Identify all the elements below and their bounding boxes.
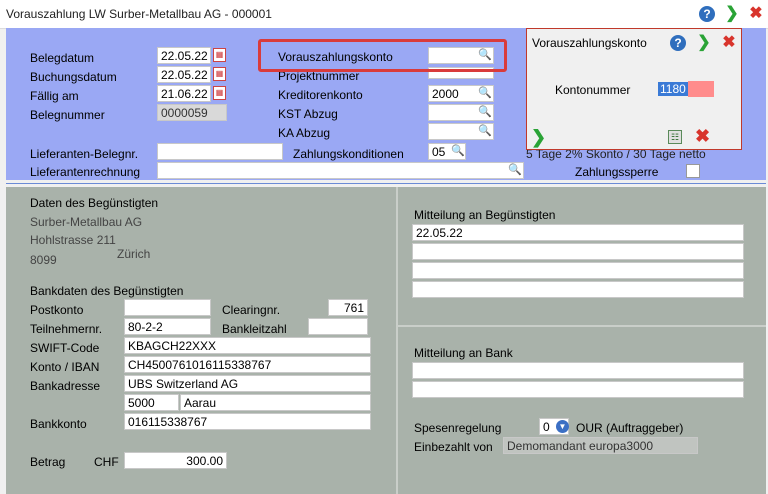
bankadresse-label: Bankadresse (30, 379, 101, 393)
vorauszahlungskonto-popup: Vorauszahlungskonto ? ❯ ✖ Kontonummer 11… (526, 28, 742, 150)
kst-abzug-label: KST Abzug (278, 107, 338, 121)
search-icon[interactable]: 🔍 (478, 124, 492, 137)
confirm-arrow-icon[interactable]: ❯ (724, 6, 740, 22)
currency-label: CHF (94, 455, 119, 469)
spesenregelung-label: Spesenregelung (414, 421, 502, 435)
bank-ort-input[interactable]: Aarau (180, 394, 371, 411)
bankkonto-input[interactable]: 016115338767 (124, 413, 371, 430)
zahlungssperre-label: Zahlungssperre (575, 165, 659, 179)
horizontal-separator (398, 325, 766, 327)
buchungsdatum-label: Buchungsdatum (30, 70, 117, 84)
mitteilung-beguenstigter-line4[interactable] (412, 281, 744, 298)
beguenstigter-ort: Zürich (117, 247, 151, 261)
postkonto-label: Postkonto (30, 303, 84, 317)
lieferantenrechnung-label: Lieferantenrechnung (30, 165, 141, 179)
calendar-icon[interactable]: ▦ (213, 67, 226, 81)
bankleitzahl-label: Bankleitzahl (222, 322, 287, 336)
belegnummer-field: 0000059 (157, 104, 227, 121)
calendar-icon[interactable]: ▦ (213, 48, 226, 62)
bankdaten-title: Bankdaten des Begünstigten (30, 284, 184, 298)
clearing-label: Clearingnr. (222, 303, 281, 317)
popup-next-icon[interactable]: ❯ (696, 35, 712, 51)
list-icon[interactable]: ☷ (668, 130, 682, 144)
window-title: Vorauszahlung LW Surber-Metallbau AG - 0… (6, 7, 272, 21)
belegnummer-label: Belegnummer (30, 108, 105, 122)
search-icon[interactable]: 🔍 (478, 105, 492, 118)
betrag-input[interactable]: 300.00 (124, 452, 227, 469)
bankleitzahl-input[interactable] (308, 318, 368, 335)
popup-cancel-icon[interactable]: ✖ (695, 127, 710, 145)
lieferantenrechnung-input[interactable] (157, 162, 524, 179)
zahlungssperre-checkbox[interactable] (686, 164, 700, 178)
mitteilung-bank-title: Mitteilung an Bank (414, 346, 513, 360)
kontonummer-value: 1180 (658, 82, 688, 96)
einbezahlt-field: Demomandant europa3000 (503, 437, 698, 454)
bank-plz-input[interactable]: 5000 (124, 394, 179, 411)
einbezahlt-label: Einbezahlt von (414, 440, 493, 454)
highlight-frame (258, 39, 507, 72)
popup-title: Vorauszahlungskonto (532, 36, 647, 50)
mitteilung-beguenstigter-line1[interactable]: 22.05.22 (412, 224, 744, 241)
dropdown-icon[interactable]: ▼ (556, 420, 569, 433)
spesenregelung-text: OUR (Auftraggeber) (576, 421, 684, 435)
beguenstigter-strasse: Hohlstrasse 211 (30, 233, 116, 247)
mitteilung-beguenstigter-line3[interactable] (412, 262, 744, 279)
teilnehmer-input[interactable]: 80-2-2 (124, 318, 211, 335)
close-icon[interactable]: ✖ (748, 6, 764, 22)
calendar-icon[interactable]: ▦ (213, 86, 226, 100)
teilnehmer-label: Teilnehmernr. (30, 322, 103, 336)
iban-input[interactable]: CH4500761016115338767 (124, 356, 371, 373)
buchungsdatum-input[interactable]: 22.05.22 (157, 66, 211, 83)
help-icon[interactable]: ? (699, 6, 715, 22)
postkonto-input[interactable] (124, 299, 211, 316)
ka-abzug-label: KA Abzug (278, 126, 331, 140)
mitteilung-bank-line1[interactable] (412, 362, 744, 379)
beguenstigter-name: Surber-Metallbau AG (30, 215, 143, 229)
popup-help-icon[interactable]: ? (670, 35, 686, 51)
clearing-input[interactable]: 761 (328, 299, 368, 316)
mitteilung-beguenstigter-title: Mitteilung an Begünstigten (414, 208, 556, 222)
bankadresse-input[interactable]: UBS Switzerland AG (124, 375, 371, 392)
lieferanten-belegnr-label: Lieferanten-Belegnr. (30, 147, 139, 161)
swift-label: SWIFT-Code (30, 341, 100, 355)
zahlungskonditionen-label: Zahlungskonditionen (293, 147, 404, 161)
betrag-label: Betrag (30, 455, 66, 469)
belegdatum-label: Belegdatum (30, 51, 95, 65)
title-bar: Vorauszahlung LW Surber-Metallbau AG - 0… (0, 0, 768, 29)
lieferanten-belegnr-input[interactable] (157, 143, 283, 160)
mitteilung-bank-line2[interactable] (412, 381, 744, 398)
kontonummer-label: Kontonummer (555, 83, 631, 97)
beguenstigter-plz: 8099 (30, 253, 57, 267)
faellig-input[interactable]: 21.06.22 (157, 85, 211, 102)
faellig-label: Fällig am (30, 89, 79, 103)
search-icon[interactable]: 🔍 (508, 163, 522, 176)
beguenstigter-title: Daten des Begünstigten (30, 196, 159, 210)
kreditorenkonto-label: Kreditorenkonto (278, 88, 363, 102)
popup-close-icon[interactable]: ✖ (721, 35, 737, 51)
bankkonto-label: Bankkonto (30, 417, 87, 431)
swift-input[interactable]: KBAGCH22XXX (124, 337, 371, 354)
mitteilung-beguenstigter-line2[interactable] (412, 243, 744, 260)
search-icon[interactable]: 🔍 (478, 86, 492, 99)
belegdatum-input[interactable]: 22.05.22 (157, 47, 211, 64)
iban-label: Konto / IBAN (30, 360, 100, 374)
kontonummer-remainder (687, 81, 714, 97)
kontonummer-input[interactable]: 1180 (658, 81, 714, 97)
popup-ok-arrow-icon[interactable]: ❯ (531, 128, 546, 146)
search-icon[interactable]: 🔍 (451, 144, 465, 157)
